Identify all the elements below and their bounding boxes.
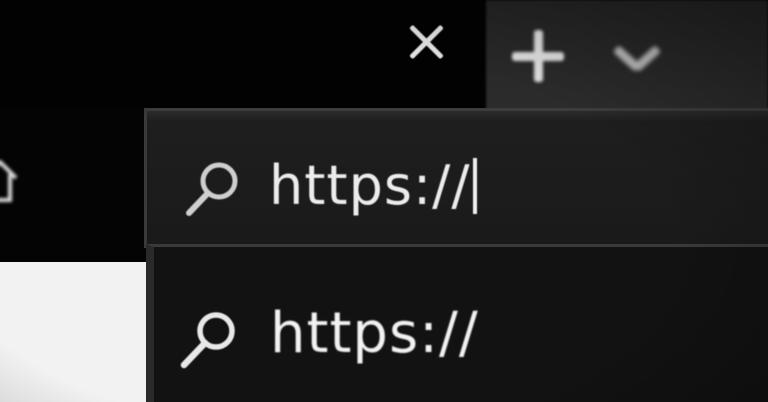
address-input[interactable]: https:// bbox=[269, 151, 477, 221]
home-icon-svg bbox=[0, 160, 18, 202]
new-tab-plus-icon[interactable] bbox=[508, 26, 568, 86]
page-content bbox=[0, 262, 150, 402]
suggestion-dropdown: https:// bbox=[146, 244, 768, 402]
search-icon bbox=[174, 303, 244, 373]
chevron-down-icon[interactable] bbox=[606, 38, 668, 88]
text-caret bbox=[472, 158, 477, 215]
suggestion-item[interactable]: https:// bbox=[154, 247, 768, 402]
suggestion-text: https:// bbox=[270, 301, 479, 366]
tab-close-icon[interactable] bbox=[400, 16, 452, 68]
address-bar[interactable]: https:// bbox=[144, 108, 768, 248]
search-icon bbox=[177, 151, 249, 223]
address-input-value: https:// bbox=[269, 154, 471, 217]
home-icon[interactable] bbox=[0, 150, 22, 214]
browser-window: https:// https:// bbox=[0, 0, 768, 402]
tab-strip bbox=[0, 0, 768, 112]
